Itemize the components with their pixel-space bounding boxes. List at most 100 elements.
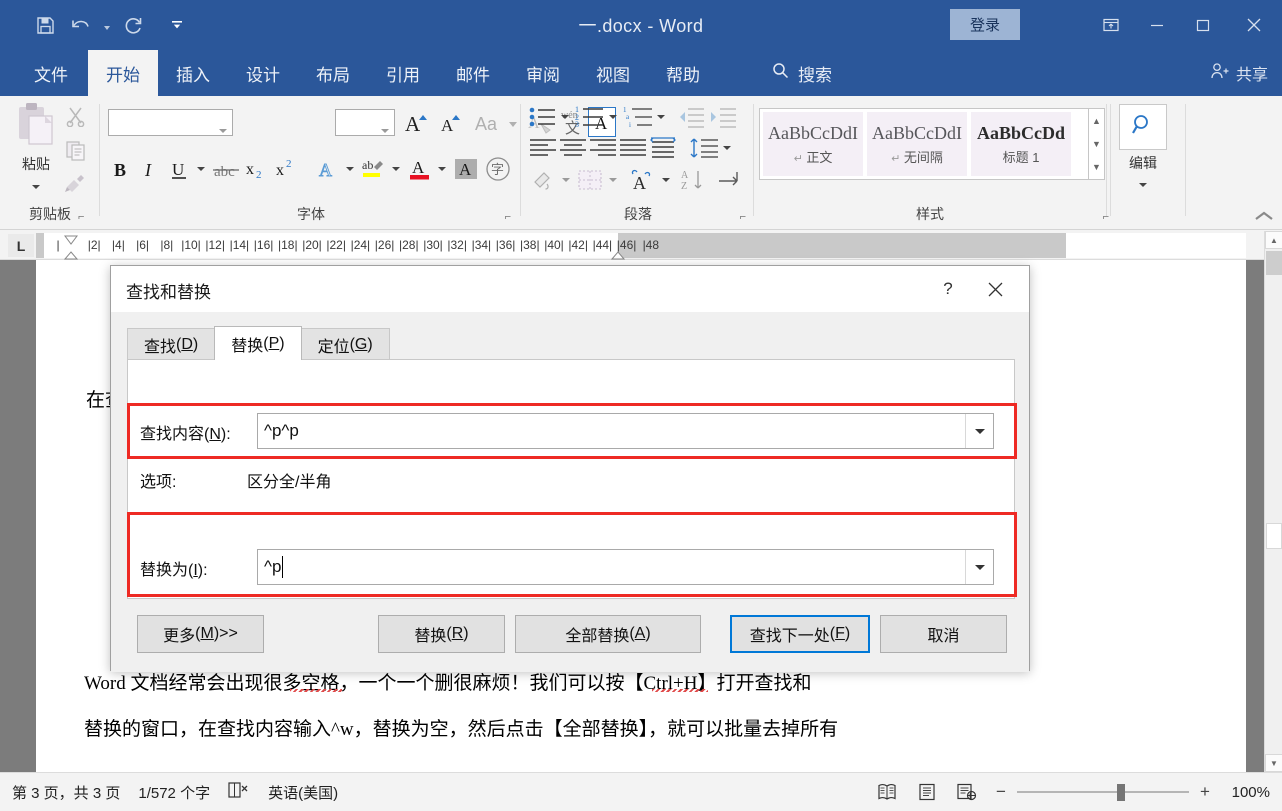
paragraph-marks-icon[interactable] [715,166,745,194]
zoom-track[interactable] [1017,786,1189,798]
vertical-scrollbar[interactable]: ▲ ▼ [1264,231,1282,772]
left-indent-marker[interactable] [64,249,78,258]
enclose-characters-icon[interactable]: 字 [483,154,513,184]
justify-icon[interactable] [618,135,648,161]
font-name-dropdown-icon[interactable] [219,129,227,133]
increase-indent-icon[interactable] [708,104,738,130]
underline-icon[interactable]: U [165,154,193,184]
word-count[interactable]: 1/572 个字 [138,782,210,803]
styles-scroll-down-icon[interactable]: ▼ [1089,132,1104,155]
cut-icon[interactable] [60,102,90,130]
replace-all-button[interactable]: 全部替换(A) [515,615,701,653]
tab-layout[interactable]: 布局 [298,50,368,96]
show-marks-icon[interactable]: A [627,166,659,194]
bullets-dropdown-icon[interactable] [557,104,572,130]
web-layout-icon[interactable] [954,780,980,804]
redo-icon[interactable] [116,9,150,41]
tab-home[interactable]: 开始 [88,50,158,96]
decrease-indent-icon[interactable] [676,104,706,130]
clipboard-dialog-launcher-icon[interactable]: ⌐ [78,211,84,223]
find-button[interactable] [1119,104,1167,150]
find-what-dropdown-icon[interactable] [965,414,993,448]
shrink-font-icon[interactable]: A [439,109,467,137]
zoom-out-button[interactable]: − [994,782,1008,802]
grow-font-icon[interactable]: A [404,109,432,137]
scrollbar-split-box[interactable] [1266,523,1282,549]
find-next-button[interactable]: 查找下一处(F) [730,615,870,653]
dialog-close-icon[interactable] [975,274,1015,304]
multilevel-list-icon[interactable]: 1ai [621,104,654,130]
search-box[interactable]: 搜索 [772,50,832,96]
subscript-icon[interactable]: x2 [243,154,271,184]
paragraph-dialog-launcher-icon[interactable]: ⌐ [740,211,746,223]
styles-more-icon[interactable]: ▼ [1089,156,1104,179]
style-item-heading-1[interactable]: AaBbCcDd 标题 1 [971,112,1071,176]
language-indicator[interactable]: 英语(美国) [268,782,338,803]
borders-icon[interactable] [575,166,605,194]
dialog-tab-find[interactable]: 查找(D) [127,328,215,360]
first-line-indent-marker[interactable] [64,232,78,241]
line-spacing-icon[interactable] [688,135,720,161]
cancel-button[interactable]: 取消 [880,615,1007,653]
find-what-input[interactable]: ^p^p [257,413,994,449]
numbering-icon[interactable]: 123 [573,104,606,130]
bullets-icon[interactable] [528,104,558,130]
customize-qat-icon[interactable] [166,9,188,41]
underline-dropdown-icon[interactable] [193,154,209,184]
text-effects-dropdown-icon[interactable] [342,154,358,184]
scroll-up-icon[interactable]: ▲ [1265,231,1282,249]
font-size-input[interactable] [335,109,395,136]
line-spacing-dropdown-icon[interactable] [719,135,734,161]
align-left-icon[interactable] [528,135,558,161]
font-color-icon[interactable]: A [405,154,435,184]
collapse-ribbon-icon[interactable] [1254,210,1274,225]
tab-help[interactable]: 帮助 [648,50,718,96]
scrollbar-thumb[interactable] [1266,251,1282,275]
align-right-icon[interactable] [588,135,618,161]
bold-icon[interactable]: B [107,154,135,184]
share-button[interactable]: 共享 [1210,50,1268,96]
replace-with-dropdown-icon[interactable] [965,550,993,584]
shading-icon[interactable] [528,166,558,194]
strikethrough-icon[interactable]: abc [211,154,241,184]
font-name-input[interactable] [108,109,233,136]
style-item-no-spacing[interactable]: AaBbCcDdI ↵ 无间隔 [867,112,967,176]
more-button[interactable]: 更多(M) >> [137,615,264,653]
italic-icon[interactable]: I [137,154,163,184]
style-item-normal[interactable]: AaBbCcDdI ↵ 正文 [763,112,863,176]
save-icon[interactable] [28,9,62,41]
format-painter-icon[interactable] [60,170,90,198]
show-marks-dropdown-icon[interactable] [658,166,673,194]
tab-insert[interactable]: 插入 [158,50,228,96]
tab-design[interactable]: 设计 [228,50,298,96]
zoom-slider[interactable]: − + [994,782,1212,802]
dialog-tab-replace[interactable]: 替换(P) [214,326,301,360]
shading-dropdown-icon[interactable] [558,166,573,194]
copy-icon[interactable] [60,136,90,164]
tab-mailings[interactable]: 邮件 [438,50,508,96]
tab-file[interactable]: 文件 [14,50,88,96]
ribbon-display-options-icon[interactable] [1088,0,1134,50]
replace-with-input[interactable]: ^p [257,549,994,585]
sort-icon[interactable]: AZ [679,166,709,194]
tab-stop-selector[interactable]: L [8,234,34,257]
page-info[interactable]: 第 3 页，共 3 页 [12,782,120,803]
highlight-dropdown-icon[interactable] [388,154,404,184]
maximize-icon[interactable] [1180,0,1226,50]
minimize-icon[interactable] [1134,0,1180,50]
horizontal-ruler[interactable]: |2||4||6||8||10||12||14||16||18||20||22|… [36,233,1246,258]
tab-references[interactable]: 引用 [368,50,438,96]
close-icon[interactable] [1226,0,1282,50]
paste-button[interactable]: 粘贴 [12,102,60,194]
change-case-icon[interactable]: Aa [475,110,517,136]
text-highlight-color-icon[interactable]: ab [359,154,389,184]
right-indent-marker[interactable] [611,249,625,258]
read-mode-icon[interactable] [874,780,900,804]
zoom-level[interactable]: 100% [1226,784,1270,801]
zoom-thumb[interactable] [1117,784,1125,801]
align-center-icon[interactable] [558,135,588,161]
tab-review[interactable]: 审阅 [508,50,578,96]
font-color-dropdown-icon[interactable] [434,154,450,184]
font-dialog-launcher-icon[interactable]: ⌐ [505,211,511,223]
sign-in-button[interactable]: 登录 [950,9,1020,40]
